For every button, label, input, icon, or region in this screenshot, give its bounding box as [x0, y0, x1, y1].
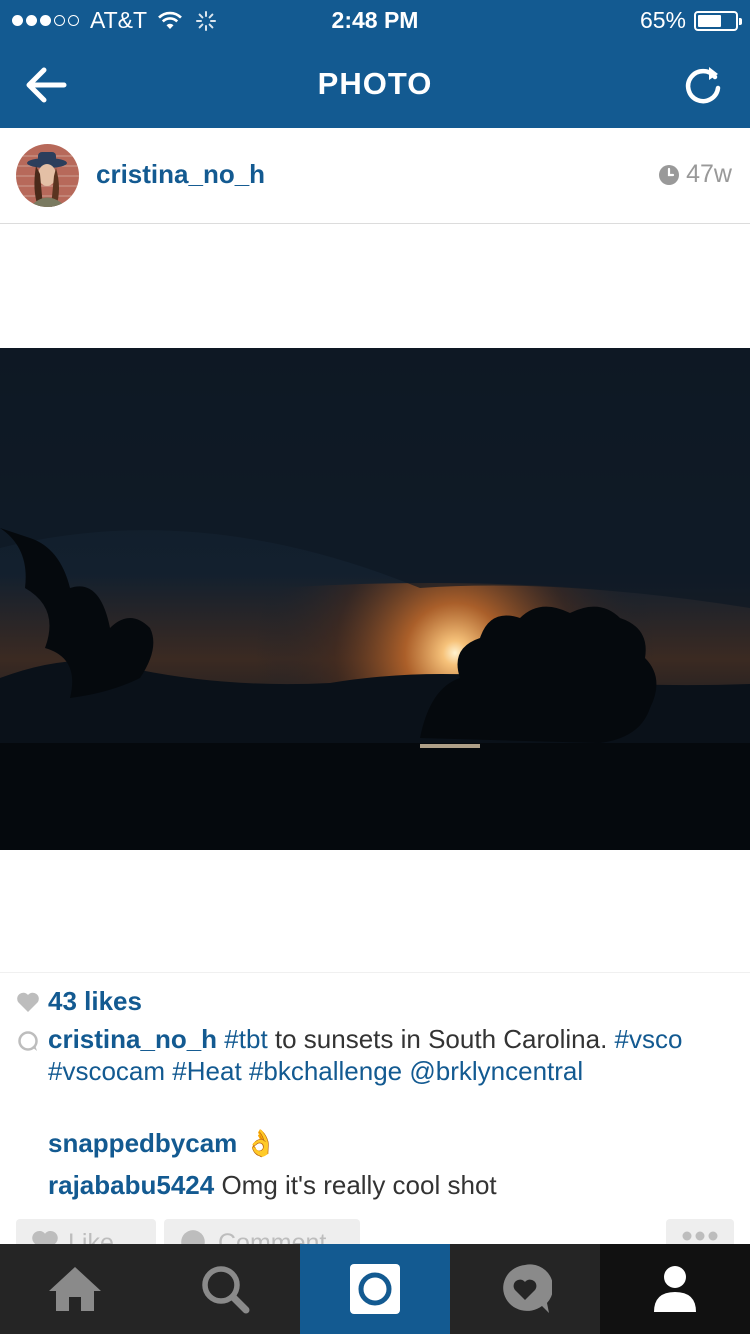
battery-fill — [698, 14, 722, 27]
more-dots-icon — [682, 1231, 718, 1241]
search-icon — [202, 1266, 250, 1314]
post-photo[interactable] — [0, 348, 750, 850]
page-title: PHOTO — [317, 66, 433, 101]
comment-username[interactable]: rajababu5424 — [48, 1170, 214, 1200]
comment-text: Omg it's really cool shot — [221, 1170, 497, 1200]
activity-heart-icon — [503, 1264, 552, 1313]
caption-text-segment: to sunsets in South Carolina. — [267, 1024, 615, 1054]
clock-icon — [659, 164, 680, 185]
caption-text-segment — [242, 1056, 249, 1086]
post-timestamp: 47w — [658, 160, 732, 189]
caption-hashtag[interactable]: #Heat — [172, 1056, 241, 1086]
caption-hashtag[interactable]: #tbt — [224, 1024, 267, 1054]
tab-search[interactable] — [150, 1244, 300, 1334]
caption-hashtag[interactable]: #vsco — [615, 1024, 683, 1054]
tab-bar — [0, 1244, 750, 1334]
caption-text: cristina_no_h #tbt to sunsets in South C… — [48, 1023, 728, 1087]
avatar[interactable] — [16, 144, 79, 207]
battery-percent: 65% — [639, 7, 686, 33]
status-bar: AT&T 2:48 PM 65% — [0, 0, 750, 40]
tab-camera[interactable] — [300, 1244, 450, 1334]
photo-container[interactable] — [0, 224, 750, 972]
tab-home[interactable] — [0, 1244, 150, 1334]
comment-bubble-icon — [18, 1031, 38, 1051]
post-username[interactable]: cristina_no_h — [96, 159, 265, 190]
caption-hashtag[interactable]: #bkchallenge — [249, 1056, 402, 1086]
battery-icon — [694, 10, 742, 31]
post-details: 43 likes cristina_no_h #tbt to sunsets i… — [0, 972, 750, 1253]
comment-row: rajababu5424 Omg it's really cool shot — [48, 1169, 497, 1201]
status-right: 65% — [639, 7, 742, 34]
camera-icon — [350, 1264, 400, 1314]
caption-username[interactable]: cristina_no_h — [48, 1024, 217, 1054]
status-time: 2:48 PM — [331, 7, 419, 33]
refresh-button[interactable] — [676, 58, 730, 112]
comment-username[interactable]: snappedbycam — [48, 1128, 237, 1158]
refresh-icon — [685, 67, 721, 104]
tab-profile[interactable] — [600, 1244, 750, 1334]
caption-hashtag[interactable]: #vscocam — [48, 1056, 165, 1086]
home-icon — [49, 1267, 101, 1311]
tab-activity[interactable] — [450, 1244, 600, 1334]
avatar-image — [16, 144, 79, 207]
post-header: cristina_no_h 47w — [0, 128, 750, 224]
comment-row: snappedbycam 👌 — [48, 1127, 277, 1159]
caption-hashtag[interactable]: @brklyncentral — [409, 1056, 583, 1086]
top-bar: AT&T 2:48 PM 65% PHOTO — [0, 0, 750, 128]
time-ago-label: 47w — [686, 160, 732, 188]
comment-text: 👌 — [244, 1128, 277, 1158]
likes-heart-icon — [17, 992, 39, 1012]
likes-count[interactable]: 43 likes — [48, 985, 142, 1017]
profile-icon — [654, 1266, 696, 1312]
